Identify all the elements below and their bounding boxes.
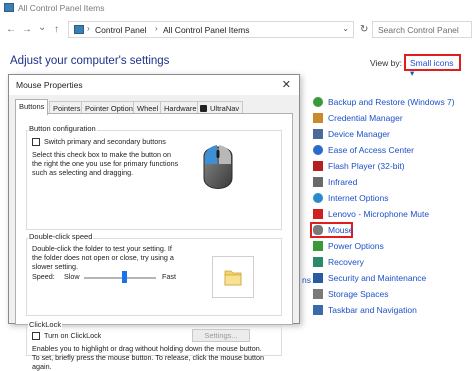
credential-icon xyxy=(313,113,323,123)
clicklock-description: Enables you to highlight or drag without… xyxy=(32,344,264,371)
back-arrow-icon[interactable]: ← xyxy=(6,24,16,35)
recent-locations-icon[interactable]: ⌄ xyxy=(38,22,46,33)
taskbar-icon xyxy=(313,305,323,315)
tab-buttons[interactable]: Buttons xyxy=(15,99,49,115)
flash-icon xyxy=(313,161,323,171)
breadcrumb-separator: › xyxy=(155,24,158,33)
mouse-icon xyxy=(313,225,323,235)
backup-icon xyxy=(313,97,323,107)
speed-slider-thumb[interactable] xyxy=(121,271,127,283)
ultranav-icon xyxy=(200,105,207,112)
breadcrumb-all-items[interactable]: All Control Panel Items xyxy=(163,25,249,35)
double-click-description: Double-click the folder to test your set… xyxy=(32,244,174,271)
breadcrumb-separator: › xyxy=(87,24,90,33)
test-folder[interactable] xyxy=(212,256,254,298)
switch-buttons-label[interactable]: Switch primary and secondary buttons xyxy=(44,137,166,146)
close-icon[interactable]: ✕ xyxy=(282,78,291,91)
mouse-image-icon xyxy=(203,145,233,189)
folder-icon xyxy=(224,270,242,286)
microphone-mute-icon xyxy=(313,209,323,219)
mouse-properties-dialog: Mouse Properties ✕ Buttons Pointers Poin… xyxy=(8,74,300,371)
speed-slider-track[interactable] xyxy=(84,277,156,279)
view-by-dropdown[interactable]: Small icons ▾ xyxy=(404,54,461,78)
clicklock-checkbox[interactable] xyxy=(32,332,40,340)
control-panel-icon xyxy=(4,3,14,12)
ease-of-access-icon xyxy=(313,145,323,155)
page-title: Adjust your computer's settings xyxy=(10,55,170,67)
search-input[interactable]: Search Control Panel xyxy=(372,21,472,38)
double-click-label: Double-click speed xyxy=(28,232,94,241)
clicklock-label: ClickLock xyxy=(28,320,63,329)
clicklock-checkbox-label[interactable]: Turn on ClickLock xyxy=(44,331,101,340)
view-by-label: View by: xyxy=(370,58,402,68)
search-placeholder: Search Control Panel xyxy=(378,25,459,35)
recovery-icon xyxy=(313,257,323,267)
button-config-label: Button configuration xyxy=(28,124,97,133)
buttons-tab-panel: Button configuration Switch primary and … xyxy=(15,113,293,371)
storage-icon xyxy=(313,289,323,299)
speed-label: Speed: xyxy=(32,272,55,281)
device-manager-icon xyxy=(313,129,323,139)
forward-arrow-icon[interactable]: → xyxy=(22,24,32,35)
address-bar[interactable]: › Control Panel › All Control Panel Item… xyxy=(68,21,354,38)
control-panel-icon xyxy=(74,25,84,34)
refresh-icon[interactable]: ↻ xyxy=(360,24,368,35)
fast-label: Fast xyxy=(162,272,176,281)
up-arrow-icon[interactable]: ↑ xyxy=(54,24,59,35)
flag-icon xyxy=(313,273,323,283)
button-config-description: Select this check box to make the button… xyxy=(32,150,179,177)
window-title: All Control Panel Items xyxy=(18,3,105,13)
globe-icon xyxy=(313,193,323,203)
clicklock-settings-button[interactable]: Settings... xyxy=(192,329,250,342)
switch-buttons-checkbox[interactable] xyxy=(32,138,40,146)
dialog-title: Mouse Properties xyxy=(16,80,83,90)
address-dropdown-icon[interactable]: ⌄ xyxy=(342,24,349,33)
breadcrumb-control-panel[interactable]: Control Panel xyxy=(95,25,147,35)
obscured-item-fragment[interactable]: ns xyxy=(302,275,311,285)
power-icon xyxy=(313,241,323,251)
slow-label: Slow xyxy=(64,272,80,281)
infrared-icon xyxy=(313,177,323,187)
window-titlebar: All Control Panel Items xyxy=(0,0,474,16)
dialog-titlebar[interactable]: Mouse Properties ✕ xyxy=(9,75,299,95)
